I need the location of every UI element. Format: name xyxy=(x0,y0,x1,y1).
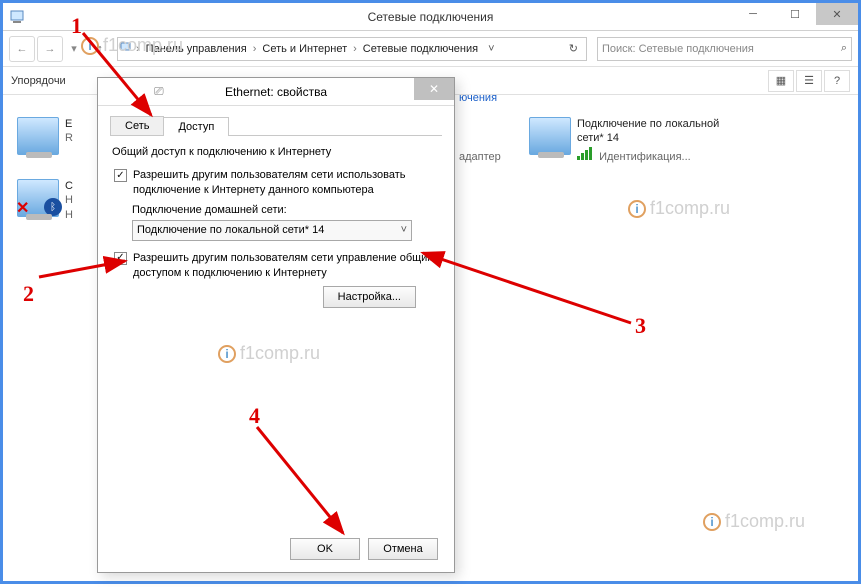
breadcrumb-seg[interactable]: Панель управления xyxy=(142,43,251,55)
checkbox-label: Разрешить другим пользователям сети испо… xyxy=(133,168,438,198)
adapter-icon xyxy=(17,117,59,155)
adapter-title: Подключение по локальной xyxy=(577,117,719,131)
checkbox-icon[interactable] xyxy=(114,169,127,182)
forward-button[interactable]: → xyxy=(37,36,63,62)
adapter-icon xyxy=(529,117,571,155)
tab-access[interactable]: Доступ xyxy=(163,117,229,136)
adapter-status: Идентификация... xyxy=(599,151,691,163)
annotation-number: 2 xyxy=(23,281,34,307)
annotation-number: 1 xyxy=(71,13,82,39)
signal-bars-icon xyxy=(577,146,592,160)
app-icon xyxy=(9,7,29,27)
dialog-title: Ethernet: свойства xyxy=(225,85,327,99)
address-bar[interactable]: › Панель управления › Сеть и Интернет › … xyxy=(117,37,587,61)
partial-link-text[interactable]: ючения xyxy=(459,92,497,104)
adapter-title2: сети* 14 xyxy=(577,131,719,145)
group-title: Общий доступ к подключению к Интернету xyxy=(112,146,442,158)
dialog-close-button[interactable]: ✕ xyxy=(414,78,454,100)
close-button[interactable]: ✕ xyxy=(816,3,858,25)
network-adapter-item[interactable]: Подключение по локальной сети* 14 Иденти… xyxy=(529,117,719,164)
help-button[interactable]: ? xyxy=(824,70,850,92)
checkbox-label: Разрешить другим пользователям сети упра… xyxy=(133,251,438,281)
tab-network[interactable]: Сеть xyxy=(110,116,164,135)
refresh-icon[interactable]: ↻ xyxy=(563,42,584,55)
view-details-button[interactable]: ☰ xyxy=(796,70,822,92)
window-title: Сетевые подключения xyxy=(3,10,858,24)
window-titlebar: Сетевые подключения ─ ☐ ✕ xyxy=(3,3,858,31)
search-placeholder: Поиск: Сетевые подключения xyxy=(602,43,754,55)
view-icons-button[interactable]: ▦ xyxy=(768,70,794,92)
home-connection-combo[interactable]: Подключение по локальной сети* 14 ˅ xyxy=(132,220,412,241)
combo-value: Подключение по локальной сети* 14 xyxy=(137,224,324,236)
dialog-titlebar: ⎚ Ethernet: свойства ✕ xyxy=(98,78,454,106)
sort-label[interactable]: Упорядочи xyxy=(11,75,66,87)
chevron-down-icon: ˅ xyxy=(401,224,407,236)
explorer-navbar: ← → ▾ ↑ › Панель управления › Сеть и Инт… xyxy=(3,31,858,67)
network-adapter-item[interactable]: ✕ ᛒ С Н Н xyxy=(17,179,73,222)
address-icon xyxy=(120,40,134,57)
properties-dialog: ⎚ Ethernet: свойства ✕ Сеть Доступ Общий… xyxy=(97,77,455,573)
window-controls: ─ ☐ ✕ xyxy=(732,3,858,25)
settings-button[interactable]: Настройка... xyxy=(323,286,416,308)
adapter-icon: ✕ ᛒ xyxy=(17,179,59,217)
minimize-button[interactable]: ─ xyxy=(732,3,774,25)
up-button[interactable]: ↑ xyxy=(87,36,113,62)
maximize-button[interactable]: ☐ xyxy=(774,3,816,25)
checkbox-allow-sharing[interactable]: Разрешить другим пользователям сети испо… xyxy=(114,168,438,198)
network-adapter-item[interactable]: E R xyxy=(17,117,73,155)
search-icon: ⌕ xyxy=(841,42,847,55)
ok-button[interactable]: OK xyxy=(290,538,360,560)
breadcrumb-seg[interactable]: Сеть и Интернет xyxy=(258,43,351,55)
disabled-x-icon: ✕ xyxy=(16,198,29,218)
dialog-icon: ⎚ xyxy=(154,84,164,99)
breadcrumb-seg[interactable]: Сетевые подключения xyxy=(359,43,482,55)
cancel-button[interactable]: Отмена xyxy=(368,538,438,560)
home-connection-label: Подключение домашней сети: xyxy=(132,204,442,216)
back-button[interactable]: ← xyxy=(9,36,35,62)
partial-text: адаптер xyxy=(459,151,501,163)
history-dropdown[interactable]: ▾ xyxy=(65,36,83,62)
checkbox-icon[interactable] xyxy=(114,252,127,265)
annotation-number: 3 xyxy=(635,313,646,339)
search-box[interactable]: Поиск: Сетевые подключения ⌕ xyxy=(597,37,852,61)
checkbox-allow-manage[interactable]: Разрешить другим пользователям сети упра… xyxy=(114,251,438,281)
annotation-number: 4 xyxy=(249,403,260,429)
dialog-tabs: Сеть Доступ xyxy=(110,116,442,136)
bluetooth-icon: ᛒ xyxy=(44,198,62,216)
address-dropdown[interactable]: ˅ xyxy=(482,43,500,55)
dialog-footer: OK Отмена xyxy=(98,538,454,560)
